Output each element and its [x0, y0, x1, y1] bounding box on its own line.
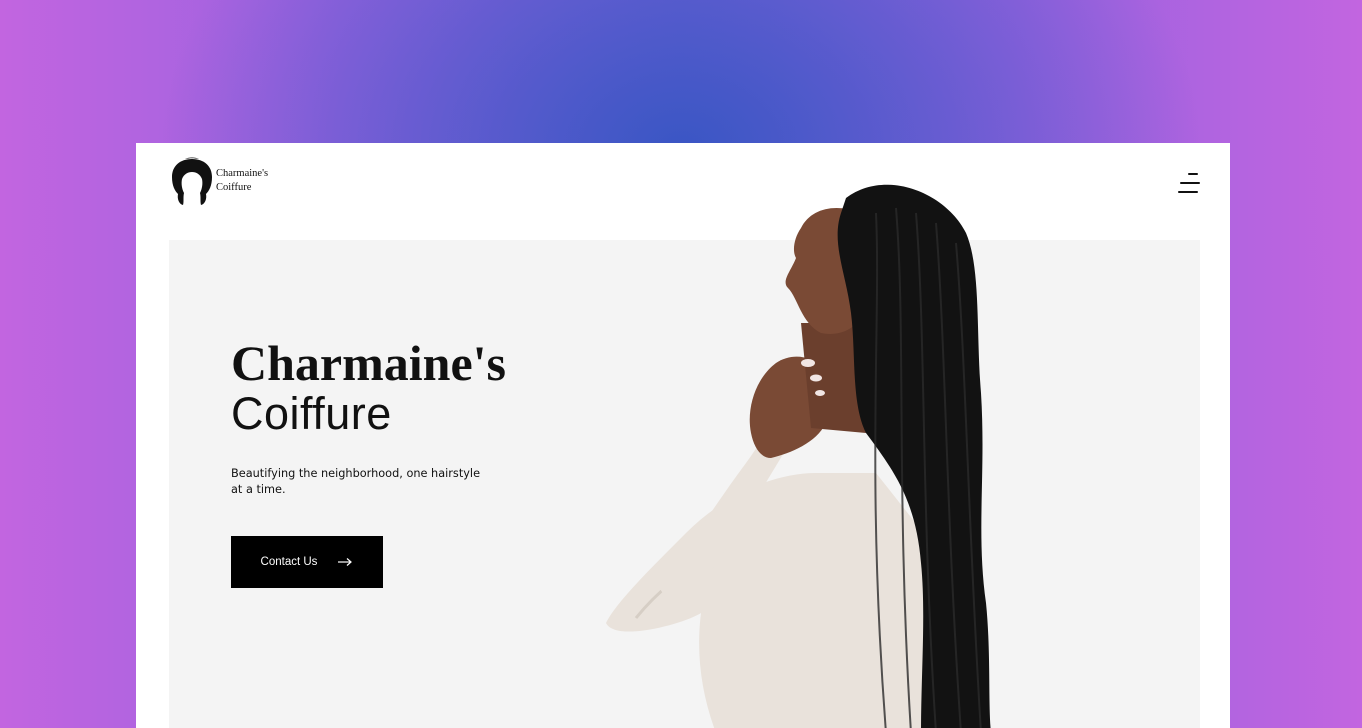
hamburger-menu-icon[interactable]	[1176, 171, 1202, 197]
afro-silhouette-icon	[172, 157, 212, 205]
arrow-right-icon	[338, 558, 353, 566]
brand-name-line2: Coiffure	[216, 182, 252, 193]
hero-title-light: Coiffure	[231, 388, 392, 439]
hero-woman-braids-image	[606, 184, 991, 728]
contact-us-button[interactable]: Contact Us	[231, 536, 383, 588]
hero-tagline: Beautifying the neighborhood, one hairst…	[231, 467, 481, 496]
hero-title: Charmaine's Coiffure	[231, 336, 506, 438]
brand-name-line1: Charmaine's	[216, 168, 269, 179]
brand-logo[interactable]: Charmaine's Coiffure	[170, 157, 268, 207]
hero-title-bold: Charmaine's	[231, 335, 506, 391]
brand-name: Charmaine's Coiffure	[216, 167, 268, 195]
website-frame: Charmaine's Coiffure Charmaine's Coiffur…	[136, 143, 1230, 728]
contact-us-label: Contact Us	[260, 556, 318, 568]
